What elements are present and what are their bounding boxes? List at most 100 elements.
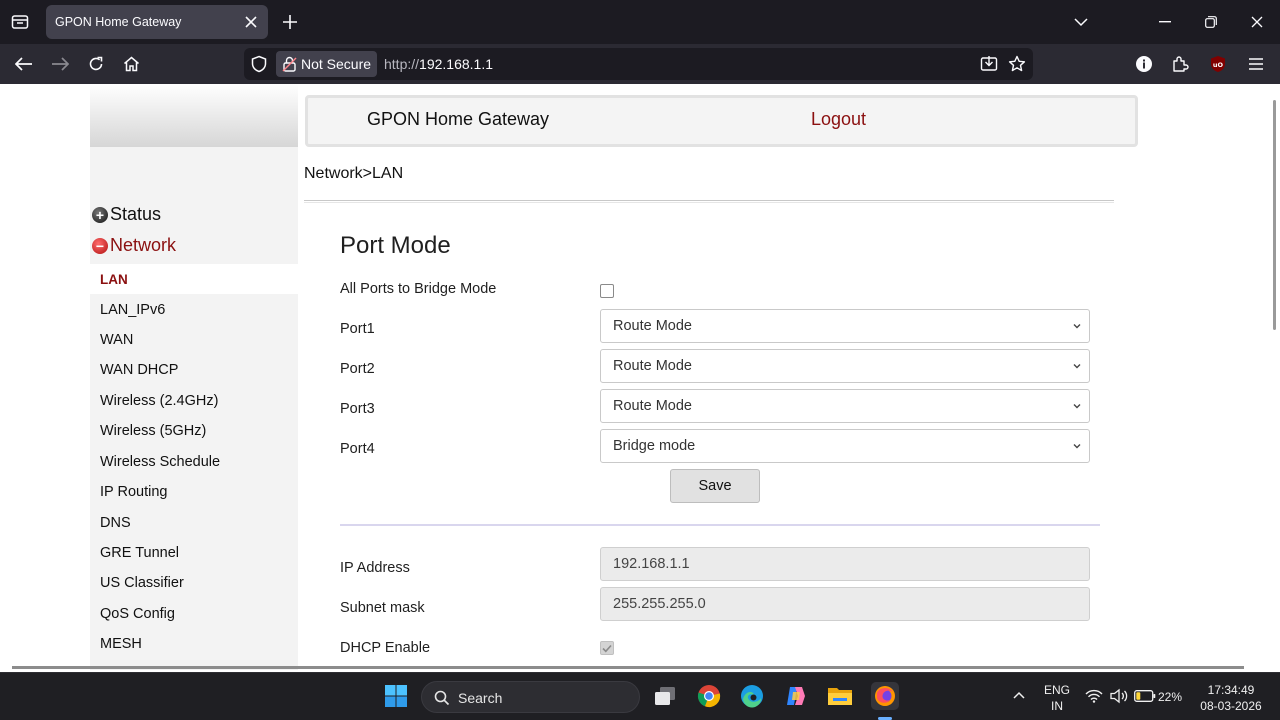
save-to-device-icon[interactable] [979, 54, 999, 74]
page-header: GPON Home Gateway Logout [305, 95, 1138, 147]
minus-icon: − [92, 237, 108, 254]
clock-time: 17:34:49 [1207, 683, 1255, 697]
language-indicator[interactable]: ENG IN [1043, 683, 1071, 713]
browser-toolbar: Not Secure http://192.168.1.1 uO [0, 44, 1280, 84]
restore-icon[interactable] [1201, 12, 1221, 32]
reload-icon[interactable] [86, 54, 106, 74]
extensions-icon[interactable] [1170, 54, 1190, 74]
shield-icon[interactable] [250, 55, 268, 73]
divider [340, 524, 1100, 526]
forward-icon[interactable] [50, 54, 70, 74]
dhcp-enable-label: DHCP Enable [340, 640, 431, 656]
chevron-up-icon[interactable] [1006, 683, 1032, 709]
windows-start-icon[interactable] [383, 683, 409, 709]
browser-tab-bar: GPON Home Gateway [0, 0, 1280, 44]
logout-link[interactable]: Logout [811, 109, 866, 130]
sidebar-item-label: LAN [100, 271, 128, 287]
sidebar-item-label: GRE Tunnel [100, 545, 179, 561]
port4-label: Port4 [340, 441, 375, 457]
page-viewport: + Status − Network LAN LAN_IPv6 WAN WAN … [0, 84, 1280, 670]
sidebar-item-label: Wireless (2.4GHz) [100, 393, 219, 409]
svg-text:uO: uO [1213, 61, 1224, 69]
close-icon[interactable] [1247, 12, 1267, 32]
edge-icon[interactable] [739, 683, 765, 709]
sidebar-item-label: WAN DHCP [100, 362, 179, 378]
ip-address-field[interactable]: 192.168.1.1 [600, 547, 1090, 581]
chevron-down-icon[interactable] [1071, 12, 1091, 32]
chrome-icon[interactable] [696, 683, 722, 709]
star-icon[interactable] [1007, 54, 1027, 74]
sidebar-item-qos-config[interactable]: QoS Config [90, 599, 298, 629]
sidebar-group-label: Network [110, 235, 177, 255]
sidebar-item-wireless-schedule[interactable]: Wireless Schedule [90, 447, 298, 477]
sidebar-group-network[interactable]: − Network [92, 235, 176, 256]
url-bar[interactable]: Not Secure http://192.168.1.1 [244, 48, 1033, 80]
port3-select[interactable]: Route Mode [600, 389, 1090, 423]
sidebar-item-wireless-5ghz[interactable]: Wireless (5GHz) [90, 416, 298, 446]
vertical-scrollbar[interactable] [1273, 100, 1276, 330]
battery-icon[interactable] [1133, 683, 1157, 709]
url-protocol: http:// [384, 56, 420, 72]
copilot-icon[interactable] [783, 683, 809, 709]
search-label: Search [458, 690, 503, 706]
language-code: ENG [1043, 683, 1070, 697]
firefox-icon[interactable] [871, 682, 899, 710]
info-icon[interactable] [1134, 54, 1154, 74]
browser-tab[interactable]: GPON Home Gateway [46, 5, 268, 39]
menu-icon[interactable] [1246, 54, 1266, 74]
sidebar-header [90, 84, 298, 147]
sidebar-item-mesh[interactable]: MESH [90, 629, 298, 659]
minimize-icon[interactable] [1155, 12, 1175, 32]
windows-taskbar: Search ENG IN 22% 17:34:49 08-03-2026 [0, 672, 1280, 720]
taskbar-search[interactable]: Search [421, 681, 640, 713]
sidebar-item-gre-tunnel[interactable]: GRE Tunnel [90, 538, 298, 568]
speaker-icon[interactable] [1108, 683, 1130, 709]
subnet-mask-field[interactable]: 255.255.255.0 [600, 587, 1090, 621]
tab-list-icon[interactable] [8, 10, 32, 34]
port1-label: Port1 [340, 321, 375, 337]
chevron-down-icon [1071, 440, 1083, 452]
port2-select[interactable]: Route Mode [600, 349, 1090, 383]
horizontal-scrollbar[interactable] [12, 666, 1244, 669]
save-button[interactable]: Save [670, 469, 760, 503]
ublock-icon[interactable]: uO [1208, 54, 1228, 74]
port1-select[interactable]: Route Mode [600, 309, 1090, 343]
sidebar-item-label: LAN_IPv6 [100, 302, 166, 318]
port4-select[interactable]: Bridge mode [600, 429, 1090, 463]
sidebar-item-label: US Classifier [100, 575, 184, 591]
wifi-icon[interactable] [1084, 683, 1104, 709]
port1-value: Route Mode [613, 318, 692, 334]
plus-icon[interactable] [280, 12, 300, 32]
lock-icon [282, 56, 297, 72]
port4-value: Bridge mode [613, 438, 696, 454]
sidebar-item-lan[interactable]: LAN [90, 264, 298, 294]
close-icon[interactable] [242, 13, 260, 31]
task-view-icon[interactable] [652, 683, 678, 709]
sidebar-item-lan-ipv6[interactable]: LAN_IPv6 [90, 295, 298, 325]
sidebar-item-wan[interactable]: WAN [90, 325, 298, 355]
clock[interactable]: 17:34:49 08-03-2026 [1196, 683, 1266, 713]
url-text[interactable]: http://192.168.1.1 [384, 56, 493, 72]
plus-icon: + [92, 206, 108, 223]
sidebar-item-wan-dhcp[interactable]: WAN DHCP [90, 355, 298, 385]
file-explorer-icon[interactable] [827, 683, 853, 709]
sidebar-item-us-classifier[interactable]: US Classifier [90, 568, 298, 598]
sidebar: + Status − Network LAN LAN_IPv6 WAN WAN … [90, 84, 298, 670]
dhcp-enable-checkbox[interactable] [600, 641, 614, 655]
tab-title: GPON Home Gateway [55, 15, 182, 29]
sidebar-group-status[interactable]: + Status [92, 204, 161, 225]
sidebar-item-dns[interactable]: DNS [90, 508, 298, 538]
port2-value: Route Mode [613, 358, 692, 374]
sidebar-item-label: MESH [100, 636, 142, 652]
bridge-mode-checkbox[interactable] [600, 284, 614, 298]
sidebar-item-ip-routing[interactable]: IP Routing [90, 477, 298, 507]
chevron-down-icon [1071, 320, 1083, 332]
breadcrumb: Network>LAN [304, 165, 404, 182]
chevron-down-icon [1071, 400, 1083, 412]
url-host: 192.168.1.1 [419, 56, 493, 72]
ip-address-value: 192.168.1.1 [613, 556, 690, 572]
home-icon[interactable] [121, 54, 141, 74]
sidebar-item-wireless-24ghz[interactable]: Wireless (2.4GHz) [90, 386, 298, 416]
back-icon[interactable] [14, 54, 34, 74]
not-secure-badge[interactable]: Not Secure [276, 51, 377, 77]
